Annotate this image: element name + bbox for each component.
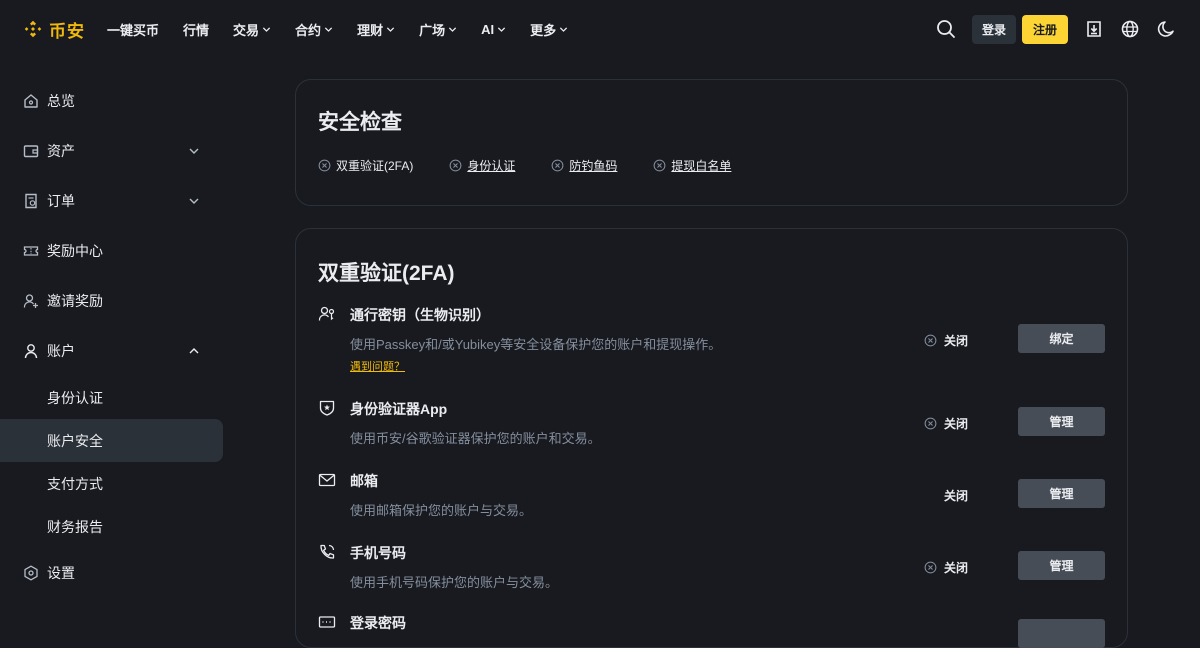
twofa-card: 双重验证(2FA) 通行密钥（生物识别） 使用Passkey和/或Yubikey… xyxy=(295,228,1128,648)
chevron-down-icon xyxy=(324,26,333,32)
nav-square[interactable]: 广场 xyxy=(419,20,457,39)
ticket-icon xyxy=(22,242,40,260)
nav-futures[interactable]: 合约 xyxy=(295,20,333,39)
security-check-card: 安全检查 双重验证(2FA) 身份认证 防钓鱼码 提现白名单 xyxy=(295,79,1128,206)
chevron-down-icon xyxy=(448,26,457,32)
binance-logo-icon xyxy=(24,20,42,38)
manage-email-button[interactable]: 管理 xyxy=(1018,479,1105,508)
chevron-down-icon xyxy=(560,26,568,32)
row-description: 使用Passkey和/或Yubikey等安全设备保护您的账户和提现操作。 xyxy=(350,337,722,352)
close-circle-icon xyxy=(318,159,331,172)
twofa-row-authenticator: 身份验证器App 使用币安/谷歌验证器保护您的账户和交易。 关闭 管理 xyxy=(318,399,1105,449)
sidebar: 总览 资产 订单 奖励中心 邀请奖励 账户 身份认证 账户安全 支付方式 财务报… xyxy=(0,76,224,598)
download-icon[interactable] xyxy=(1082,17,1106,41)
brand-name: 币安 xyxy=(49,21,85,41)
phone-icon xyxy=(320,544,335,559)
nav-buy-crypto[interactable]: 一键买币 xyxy=(107,20,159,39)
search-icon[interactable] xyxy=(934,17,958,41)
twofa-row-passkey: 通行密钥（生物识别） 使用Passkey和/或Yubikey等安全设备保护您的账… xyxy=(318,305,1105,375)
sidebar-item-orders[interactable]: 订单 xyxy=(0,176,224,226)
sidebar-item-overview[interactable]: 总览 xyxy=(0,76,224,126)
passkey-user-icon xyxy=(318,306,335,321)
row-description: 使用手机号码保护您的账户与交易。 xyxy=(350,575,559,590)
chevron-down-icon xyxy=(189,148,199,154)
twofa-title: 双重验证(2FA) xyxy=(318,262,455,285)
row-title: 通行密钥（生物识别） xyxy=(350,307,490,323)
nav-ai[interactable]: AI xyxy=(481,22,506,37)
shield-icon xyxy=(319,400,335,416)
add-user-icon xyxy=(22,292,40,310)
register-button[interactable]: 注册 xyxy=(1021,14,1068,44)
sidebar-subitem-security[interactable]: 账户安全 xyxy=(0,419,223,462)
sidebar-subitem-reports[interactable]: 财务报告 xyxy=(0,505,224,548)
trouble-link[interactable]: 遇到问题？ xyxy=(350,358,405,374)
manage-phone-button[interactable]: 管理 xyxy=(1018,551,1105,580)
row-title: 手机号码 xyxy=(350,545,406,561)
chevron-down-icon xyxy=(189,198,199,204)
row-description: 使用邮箱保护您的账户与交易。 xyxy=(350,503,533,518)
security-check-list: 双重验证(2FA) 身份认证 防钓鱼码 提现白名单 xyxy=(318,157,767,174)
close-circle-icon xyxy=(449,159,462,172)
nav-more[interactable]: 更多 xyxy=(530,20,568,39)
sidebar-item-settings[interactable]: 设置 xyxy=(0,548,224,598)
sidebar-subitem-payment[interactable]: 支付方式 xyxy=(0,462,224,505)
row-description: 使用币安/谷歌验证器保护您的账户和交易。 xyxy=(350,431,601,446)
status-badge: 关闭 xyxy=(924,559,968,576)
close-circle-icon xyxy=(924,417,937,430)
nav-earn[interactable]: 理财 xyxy=(357,20,395,39)
twofa-row-password: 登录密码 xyxy=(318,613,1105,648)
home-icon xyxy=(22,92,40,110)
manage-password-button[interactable] xyxy=(1018,619,1105,648)
wallet-icon xyxy=(22,142,40,160)
dark-mode-moon-icon[interactable] xyxy=(1154,17,1178,41)
security-check-whitelist-link[interactable]: 提现白名单 xyxy=(653,157,731,174)
status-badge: 关闭 xyxy=(943,489,968,503)
login-button[interactable]: 登录 xyxy=(971,14,1016,44)
sidebar-item-rewards-hub[interactable]: 奖励中心 xyxy=(0,226,224,276)
nav-actions: 登录 注册 xyxy=(934,14,1178,44)
sidebar-item-referral[interactable]: 邀请奖励 xyxy=(0,276,224,326)
row-title: 邮箱 xyxy=(350,473,378,489)
settings-icon xyxy=(22,564,40,582)
brand-logo[interactable]: 币安 xyxy=(22,17,85,42)
chevron-down-icon xyxy=(497,26,506,32)
row-title: 登录密码 xyxy=(350,615,406,631)
orders-icon xyxy=(22,192,40,210)
nav-trade[interactable]: 交易 xyxy=(233,20,271,39)
bind-passkey-button[interactable]: 绑定 xyxy=(1018,324,1105,353)
sidebar-item-assets[interactable]: 资产 xyxy=(0,126,224,176)
nav-markets[interactable]: 行情 xyxy=(183,20,209,39)
security-check-2fa: 双重验证(2FA) xyxy=(318,157,413,174)
top-navigation: 币安 一键买币 行情 交易 合约 理财 广场 AI 更多 登录 注册 xyxy=(0,0,1200,58)
chevron-down-icon xyxy=(262,26,271,32)
chevron-up-icon xyxy=(189,348,199,354)
close-circle-icon xyxy=(924,561,937,574)
sidebar-item-account[interactable]: 账户 xyxy=(0,326,224,376)
sidebar-subitem-identification[interactable]: 身份认证 xyxy=(0,376,224,419)
status-badge: 关闭 xyxy=(924,415,968,432)
close-circle-icon xyxy=(551,159,564,172)
security-check-identity-link[interactable]: 身份认证 xyxy=(449,157,515,174)
close-circle-icon xyxy=(653,159,666,172)
twofa-row-email: 邮箱 使用邮箱保护您的账户与交易。 关闭 管理 xyxy=(318,471,1105,521)
globe-icon[interactable] xyxy=(1118,17,1142,41)
user-icon xyxy=(22,342,40,360)
status-badge: 关闭 xyxy=(924,332,968,349)
password-icon xyxy=(318,616,336,628)
manage-authenticator-button[interactable]: 管理 xyxy=(1018,407,1105,436)
chevron-down-icon xyxy=(386,26,395,32)
row-title: 身份验证器App xyxy=(350,401,448,417)
mail-icon xyxy=(318,473,336,487)
close-circle-icon xyxy=(924,334,937,347)
twofa-row-phone: 手机号码 使用手机号码保护您的账户与交易。 关闭 管理 xyxy=(318,543,1105,593)
security-check-anti-phishing-link[interactable]: 防钓鱼码 xyxy=(551,157,617,174)
security-check-title: 安全检查 xyxy=(318,111,402,134)
